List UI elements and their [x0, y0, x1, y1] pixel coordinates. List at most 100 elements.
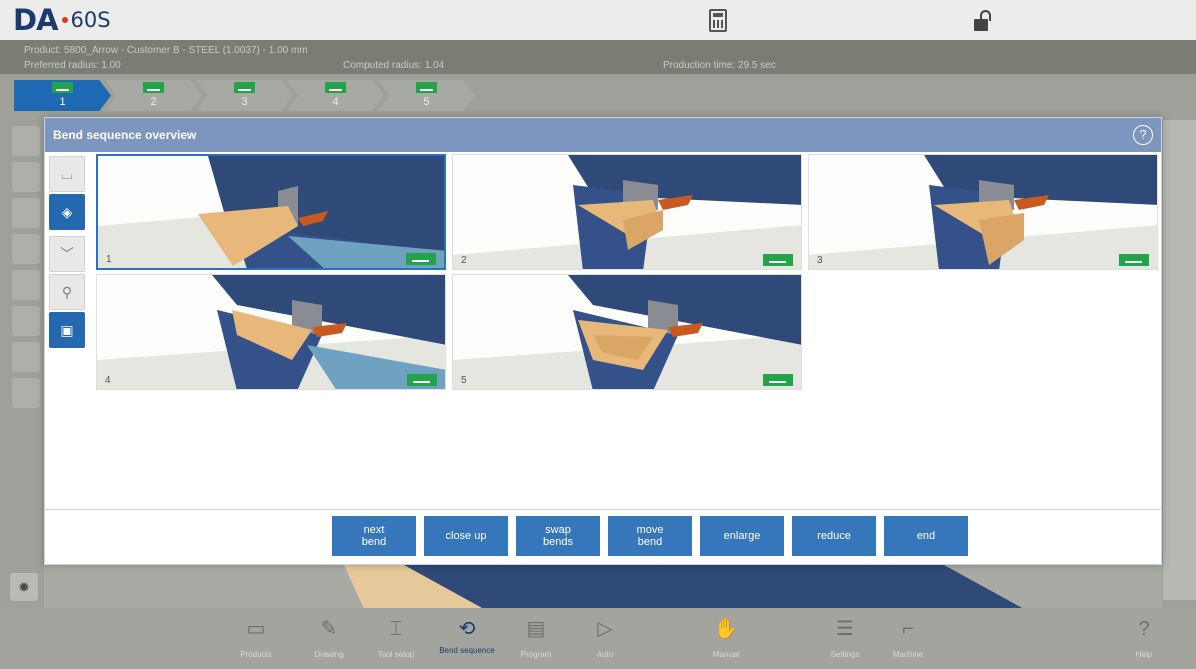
- bend-ok-icon: [1119, 254, 1149, 266]
- tools-icon[interactable]: [12, 306, 40, 336]
- list-icon: ☰: [836, 618, 854, 640]
- production-time: Production time: 29.5 sec: [663, 60, 776, 71]
- bend-step-4[interactable]: 4: [287, 80, 384, 111]
- bend-icon: [234, 82, 255, 93]
- dialog-title: Bend sequence overview: [53, 128, 197, 142]
- hand-icon: ✋: [713, 618, 739, 640]
- bend-step-2[interactable]: 2: [105, 80, 202, 111]
- machine-view-button[interactable]: ▣: [49, 312, 85, 348]
- product-info: Product: 5800_Arrow - Customer B - STEEL…: [24, 45, 308, 56]
- calculator-icon[interactable]: [709, 9, 727, 32]
- bend-sequence-dialog: Bend sequence overview ? ⌴ ◈ ﹀ ⚲ ▣ 1 2 3…: [44, 117, 1162, 565]
- bend-number: 4: [105, 375, 111, 386]
- unlock-icon[interactable]: [974, 10, 994, 32]
- nav-program[interactable]: ▤ Program: [504, 608, 568, 669]
- product-info-bar: Product: 5800_Arrow - Customer B - STEEL…: [0, 40, 1196, 74]
- next-bend-button[interactable]: next bend: [332, 516, 416, 556]
- dialog-actions: next bend close up swap bends move bend …: [332, 516, 968, 556]
- bend-view-icon: ﹀: [60, 246, 74, 262]
- 3d-view-icon: ◈: [61, 204, 73, 220]
- nav-products[interactable]: ▭ Products: [224, 608, 288, 669]
- logo-dot: [61, 17, 68, 23]
- bend-thumbnail-3[interactable]: 3: [808, 154, 1158, 270]
- bend-ok-icon: [763, 374, 793, 386]
- backgauge-icon[interactable]: [12, 270, 40, 300]
- top-bar: DA 60S: [0, 0, 1196, 40]
- logo: DA 60S: [13, 3, 111, 37]
- left-toolbar: [8, 120, 44, 450]
- play-icon: ▷: [597, 618, 613, 640]
- bend-ok-icon: [406, 253, 436, 265]
- bend-steps: 1 2 3 4 5: [14, 80, 475, 111]
- flat-view-button[interactable]: ⌴: [49, 156, 85, 192]
- program-icon: ▤: [526, 618, 546, 640]
- auto-icon[interactable]: [12, 378, 40, 408]
- background-scene: [44, 565, 1162, 609]
- bend-icon: [416, 82, 437, 93]
- bend-ok-icon: [763, 254, 793, 266]
- bend-number: 1: [106, 254, 112, 265]
- nav-machine[interactable]: ⌐ Machine: [876, 608, 940, 669]
- end-button[interactable]: end: [884, 516, 968, 556]
- bend-number: 2: [461, 255, 467, 266]
- nav-auto[interactable]: ▷ Auto: [573, 608, 637, 669]
- bend-icon: [143, 82, 164, 93]
- settings-gear-icon[interactable]: ✹: [10, 573, 38, 601]
- frame-icon[interactable]: [12, 126, 40, 156]
- move-bend-button[interactable]: move bend: [608, 516, 692, 556]
- 3d-view-icon[interactable]: [12, 198, 40, 228]
- bend-2-scene: [453, 155, 801, 269]
- nav-tool-setup[interactable]: ⌶ Tool setup: [364, 608, 428, 669]
- bend-thumbnail-1[interactable]: 1: [96, 154, 446, 270]
- bend-3-scene: [809, 155, 1157, 269]
- bend-thumbnail-4[interactable]: 4: [96, 274, 446, 390]
- bend-icon: [325, 82, 346, 93]
- preferred-radius: Preferred radius: 1.00: [24, 60, 121, 71]
- close-up-button[interactable]: close up: [424, 516, 508, 556]
- bend-icon: [52, 82, 73, 93]
- nav-settings[interactable]: ☰ Settings: [813, 608, 877, 669]
- bend-thumbnail-5[interactable]: 5: [452, 274, 802, 390]
- bend-view-button[interactable]: ﹀: [49, 236, 85, 272]
- folder-icon: ▭: [246, 618, 266, 640]
- bend-number: 5: [461, 375, 467, 386]
- machine-view-icon: ▣: [60, 322, 74, 338]
- bend-5-scene: [453, 275, 801, 389]
- bend-1-scene: [98, 156, 444, 268]
- enlarge-button[interactable]: enlarge: [700, 516, 784, 556]
- view-icon[interactable]: [12, 162, 40, 192]
- nav-bend-sequence[interactable]: ⟲ Bend sequence: [435, 608, 499, 669]
- nav-drawing[interactable]: ✎ Drawing: [297, 608, 361, 669]
- nav-manual[interactable]: ✋ Manual: [694, 608, 758, 669]
- bend-sequence-side-icon[interactable]: [12, 234, 40, 264]
- right-panel: [1163, 120, 1196, 600]
- logo-model: 60S: [70, 8, 111, 32]
- dialog-side-toolbar: ⌴ ◈ ﹀ ⚲ ▣: [49, 156, 89, 350]
- gauge-view-button[interactable]: ⚲: [49, 274, 85, 310]
- dialog-header: Bend sequence overview ?: [45, 118, 1161, 152]
- bottom-nav: ▭ Products ✎ Drawing ⌶ Tool setup ⟲ Bend seq…: [0, 608, 1196, 669]
- 3d-view-button[interactable]: ◈: [49, 194, 85, 230]
- bend-step-3[interactable]: 3: [196, 80, 293, 111]
- dialog-divider: [45, 509, 1161, 510]
- bend-sequence-icon: ⟲: [458, 618, 476, 640]
- gauge-view-icon: ⚲: [61, 284, 73, 300]
- logo-brand: DA: [13, 3, 59, 37]
- drawing-icon: ✎: [320, 618, 338, 640]
- swap-bends-button[interactable]: swap bends: [516, 516, 600, 556]
- bend-step-1[interactable]: 1: [14, 80, 111, 111]
- bend-thumbnail-2[interactable]: 2: [452, 154, 802, 270]
- computed-radius: Computed radius: 1.04: [343, 60, 445, 71]
- machine-icon: ⌐: [902, 618, 914, 640]
- flat-view-icon: ⌴: [61, 166, 73, 182]
- bend-4-scene: [97, 275, 445, 389]
- tool-setup-icon: ⌶: [390, 618, 402, 640]
- help-icon: ?: [1138, 618, 1150, 640]
- bend-number: 3: [817, 255, 823, 266]
- help-icon[interactable]: ?: [1133, 125, 1153, 145]
- collision-icon[interactable]: [12, 342, 40, 372]
- bend-step-5[interactable]: 5: [378, 80, 475, 111]
- nav-help[interactable]: ? Help: [1112, 608, 1176, 669]
- reduce-button[interactable]: reduce: [792, 516, 876, 556]
- bend-ok-icon: [407, 374, 437, 386]
